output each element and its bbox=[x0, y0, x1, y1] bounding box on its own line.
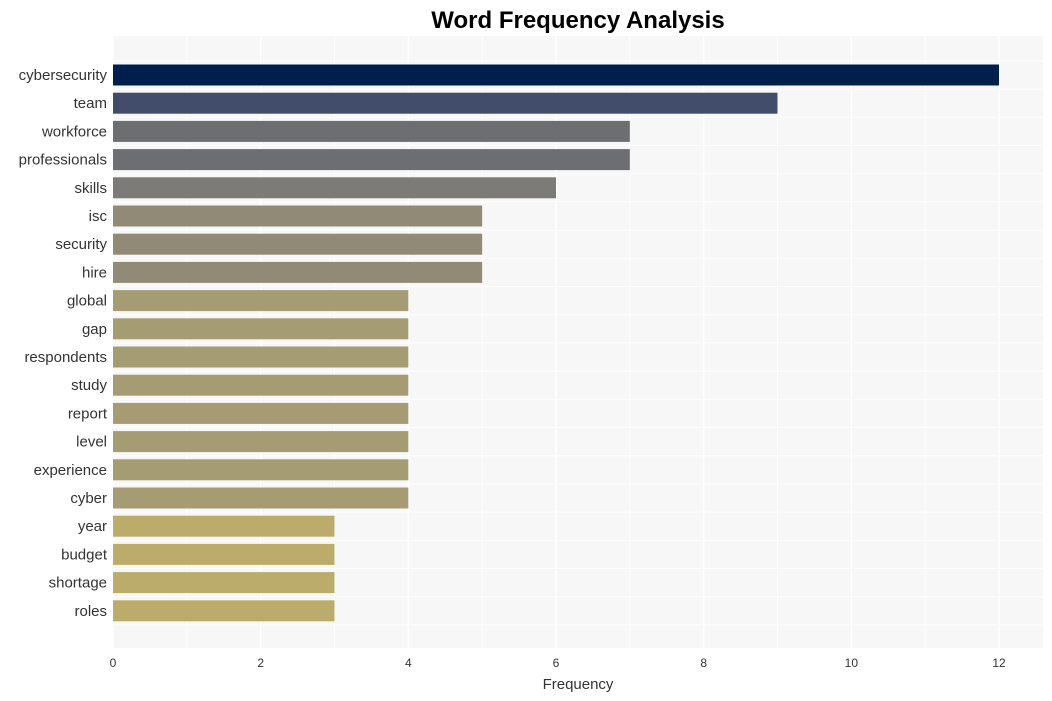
bar-cybersecurity bbox=[113, 64, 999, 86]
x-tick-label: 12 bbox=[992, 656, 1006, 670]
bar-professionals bbox=[113, 149, 630, 171]
y-tick-label: year bbox=[78, 518, 107, 535]
y-tick-label: report bbox=[68, 405, 108, 422]
bar-global bbox=[113, 290, 409, 312]
chart-title: Word Frequency Analysis bbox=[431, 7, 724, 34]
x-tick-label: 6 bbox=[553, 656, 560, 670]
bar-team bbox=[113, 92, 778, 114]
y-tick-label: workforce bbox=[41, 123, 107, 140]
y-tick-label: professionals bbox=[19, 152, 107, 169]
x-tick-label: 10 bbox=[845, 656, 859, 670]
bar-experience bbox=[113, 459, 409, 481]
y-tick-label: roles bbox=[74, 603, 107, 620]
y-tick-label: budget bbox=[61, 546, 108, 563]
y-axis-labels: cybersecurityteamworkforceprofessionalss… bbox=[19, 67, 108, 620]
y-tick-label: isc bbox=[89, 208, 108, 225]
y-tick-label: cybersecurity bbox=[19, 67, 108, 84]
x-axis-ticks: 0 2 4 6 8 10 12 bbox=[110, 656, 1006, 670]
bar-study bbox=[113, 374, 409, 396]
y-tick-label: experience bbox=[34, 462, 107, 479]
bar-respondents bbox=[113, 346, 409, 368]
bar-report bbox=[113, 402, 409, 424]
bar-skills bbox=[113, 177, 556, 199]
bar-cyber bbox=[113, 487, 409, 509]
x-tick-label: 4 bbox=[405, 656, 412, 670]
bar-security bbox=[113, 233, 483, 255]
bar-gap bbox=[113, 318, 409, 340]
x-tick-label: 8 bbox=[700, 656, 707, 670]
bar-roles bbox=[113, 600, 335, 622]
y-tick-label: cyber bbox=[70, 490, 107, 507]
bar-workforce bbox=[113, 120, 630, 142]
bar-budget bbox=[113, 543, 335, 565]
y-tick-label: level bbox=[76, 434, 107, 451]
x-tick-label: 2 bbox=[257, 656, 264, 670]
y-tick-label: global bbox=[67, 293, 107, 310]
y-tick-label: hire bbox=[82, 264, 107, 281]
y-tick-label: skills bbox=[75, 180, 108, 197]
x-tick-label: 0 bbox=[110, 656, 117, 670]
y-tick-label: respondents bbox=[24, 349, 107, 366]
bar-chart: cybersecurityteamworkforceprofessionalss… bbox=[19, 7, 1043, 693]
bar-shortage bbox=[113, 572, 335, 594]
bar-year bbox=[113, 515, 335, 537]
bar-isc bbox=[113, 205, 483, 227]
bar-hire bbox=[113, 261, 483, 283]
bar-level bbox=[113, 431, 409, 453]
y-tick-label: study bbox=[71, 377, 107, 394]
y-tick-label: team bbox=[74, 95, 107, 112]
y-tick-label: shortage bbox=[49, 575, 107, 592]
y-tick-label: gap bbox=[82, 321, 107, 338]
y-tick-label: security bbox=[55, 236, 107, 253]
x-axis-label: Frequency bbox=[543, 676, 614, 693]
